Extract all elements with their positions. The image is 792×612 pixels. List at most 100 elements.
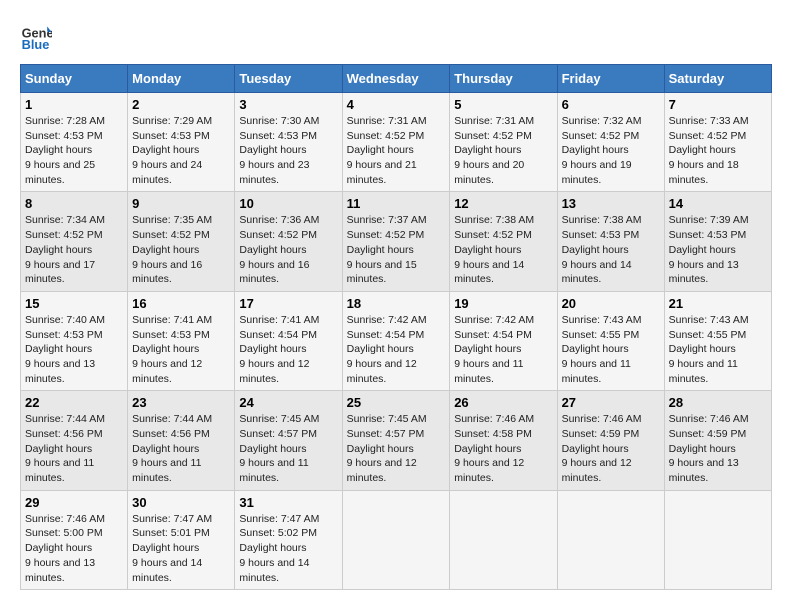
calendar-cell: 26 Sunrise: 7:46 AMSunset: 4:58 PMDaylig… (450, 391, 557, 490)
calendar-cell (557, 490, 664, 589)
calendar-week-2: 8 Sunrise: 7:34 AMSunset: 4:52 PMDayligh… (21, 192, 772, 291)
day-info: Sunrise: 7:36 AMSunset: 4:52 PMDaylight … (239, 214, 319, 285)
calendar-cell: 9 Sunrise: 7:35 AMSunset: 4:52 PMDayligh… (128, 192, 235, 291)
day-number: 13 (562, 196, 660, 211)
day-number: 11 (347, 196, 446, 211)
day-info: Sunrise: 7:34 AMSunset: 4:52 PMDaylight … (25, 214, 105, 285)
day-number: 30 (132, 495, 230, 510)
calendar-cell: 13 Sunrise: 7:38 AMSunset: 4:53 PMDaylig… (557, 192, 664, 291)
day-number: 31 (239, 495, 337, 510)
calendar-cell: 1 Sunrise: 7:28 AMSunset: 4:53 PMDayligh… (21, 93, 128, 192)
col-header-sunday: Sunday (21, 65, 128, 93)
day-number: 17 (239, 296, 337, 311)
day-number: 23 (132, 395, 230, 410)
calendar-cell: 24 Sunrise: 7:45 AMSunset: 4:57 PMDaylig… (235, 391, 342, 490)
calendar-header-row: SundayMondayTuesdayWednesdayThursdayFrid… (21, 65, 772, 93)
day-info: Sunrise: 7:33 AMSunset: 4:52 PMDaylight … (669, 115, 749, 186)
calendar-cell: 18 Sunrise: 7:42 AMSunset: 4:54 PMDaylig… (342, 291, 450, 390)
calendar-cell: 19 Sunrise: 7:42 AMSunset: 4:54 PMDaylig… (450, 291, 557, 390)
day-info: Sunrise: 7:38 AMSunset: 4:53 PMDaylight … (562, 214, 642, 285)
calendar-cell: 25 Sunrise: 7:45 AMSunset: 4:57 PMDaylig… (342, 391, 450, 490)
day-info: Sunrise: 7:47 AMSunset: 5:02 PMDaylight … (239, 513, 319, 584)
day-number: 16 (132, 296, 230, 311)
calendar-cell: 27 Sunrise: 7:46 AMSunset: 4:59 PMDaylig… (557, 391, 664, 490)
calendar-cell: 29 Sunrise: 7:46 AMSunset: 5:00 PMDaylig… (21, 490, 128, 589)
calendar-cell: 12 Sunrise: 7:38 AMSunset: 4:52 PMDaylig… (450, 192, 557, 291)
day-number: 28 (669, 395, 767, 410)
day-number: 21 (669, 296, 767, 311)
day-number: 27 (562, 395, 660, 410)
day-number: 4 (347, 97, 446, 112)
day-info: Sunrise: 7:44 AMSunset: 4:56 PMDaylight … (25, 413, 105, 484)
day-info: Sunrise: 7:38 AMSunset: 4:52 PMDaylight … (454, 214, 534, 285)
day-number: 9 (132, 196, 230, 211)
day-number: 3 (239, 97, 337, 112)
day-number: 7 (669, 97, 767, 112)
day-number: 14 (669, 196, 767, 211)
day-info: Sunrise: 7:47 AMSunset: 5:01 PMDaylight … (132, 513, 212, 584)
calendar-cell: 4 Sunrise: 7:31 AMSunset: 4:52 PMDayligh… (342, 93, 450, 192)
calendar-table: SundayMondayTuesdayWednesdayThursdayFrid… (20, 64, 772, 590)
day-number: 22 (25, 395, 123, 410)
day-info: Sunrise: 7:31 AMSunset: 4:52 PMDaylight … (347, 115, 427, 186)
col-header-saturday: Saturday (664, 65, 771, 93)
day-info: Sunrise: 7:41 AMSunset: 4:54 PMDaylight … (239, 314, 319, 385)
col-header-tuesday: Tuesday (235, 65, 342, 93)
calendar-cell (342, 490, 450, 589)
calendar-cell: 3 Sunrise: 7:30 AMSunset: 4:53 PMDayligh… (235, 93, 342, 192)
calendar-cell: 11 Sunrise: 7:37 AMSunset: 4:52 PMDaylig… (342, 192, 450, 291)
day-info: Sunrise: 7:28 AMSunset: 4:53 PMDaylight … (25, 115, 105, 186)
calendar-cell: 2 Sunrise: 7:29 AMSunset: 4:53 PMDayligh… (128, 93, 235, 192)
day-info: Sunrise: 7:29 AMSunset: 4:53 PMDaylight … (132, 115, 212, 186)
day-number: 18 (347, 296, 446, 311)
day-info: Sunrise: 7:42 AMSunset: 4:54 PMDaylight … (347, 314, 427, 385)
day-info: Sunrise: 7:41 AMSunset: 4:53 PMDaylight … (132, 314, 212, 385)
day-info: Sunrise: 7:45 AMSunset: 4:57 PMDaylight … (347, 413, 427, 484)
day-info: Sunrise: 7:46 AMSunset: 4:59 PMDaylight … (562, 413, 642, 484)
col-header-thursday: Thursday (450, 65, 557, 93)
calendar-cell (450, 490, 557, 589)
svg-text:Blue: Blue (22, 37, 50, 52)
calendar-cell: 8 Sunrise: 7:34 AMSunset: 4:52 PMDayligh… (21, 192, 128, 291)
logo: General Blue (20, 20, 56, 52)
day-info: Sunrise: 7:37 AMSunset: 4:52 PMDaylight … (347, 214, 427, 285)
day-info: Sunrise: 7:46 AMSunset: 5:00 PMDaylight … (25, 513, 105, 584)
day-number: 2 (132, 97, 230, 112)
calendar-week-1: 1 Sunrise: 7:28 AMSunset: 4:53 PMDayligh… (21, 93, 772, 192)
calendar-cell: 16 Sunrise: 7:41 AMSunset: 4:53 PMDaylig… (128, 291, 235, 390)
calendar-cell: 23 Sunrise: 7:44 AMSunset: 4:56 PMDaylig… (128, 391, 235, 490)
day-info: Sunrise: 7:43 AMSunset: 4:55 PMDaylight … (669, 314, 749, 385)
day-info: Sunrise: 7:31 AMSunset: 4:52 PMDaylight … (454, 115, 534, 186)
calendar-cell: 20 Sunrise: 7:43 AMSunset: 4:55 PMDaylig… (557, 291, 664, 390)
day-info: Sunrise: 7:35 AMSunset: 4:52 PMDaylight … (132, 214, 212, 285)
calendar-cell: 21 Sunrise: 7:43 AMSunset: 4:55 PMDaylig… (664, 291, 771, 390)
day-number: 19 (454, 296, 552, 311)
day-info: Sunrise: 7:43 AMSunset: 4:55 PMDaylight … (562, 314, 642, 385)
col-header-wednesday: Wednesday (342, 65, 450, 93)
day-info: Sunrise: 7:45 AMSunset: 4:57 PMDaylight … (239, 413, 319, 484)
day-number: 20 (562, 296, 660, 311)
day-number: 6 (562, 97, 660, 112)
col-header-monday: Monday (128, 65, 235, 93)
calendar-week-4: 22 Sunrise: 7:44 AMSunset: 4:56 PMDaylig… (21, 391, 772, 490)
day-info: Sunrise: 7:30 AMSunset: 4:53 PMDaylight … (239, 115, 319, 186)
calendar-cell (664, 490, 771, 589)
day-number: 24 (239, 395, 337, 410)
day-number: 1 (25, 97, 123, 112)
day-number: 26 (454, 395, 552, 410)
day-info: Sunrise: 7:39 AMSunset: 4:53 PMDaylight … (669, 214, 749, 285)
day-info: Sunrise: 7:46 AMSunset: 4:58 PMDaylight … (454, 413, 534, 484)
calendar-cell: 28 Sunrise: 7:46 AMSunset: 4:59 PMDaylig… (664, 391, 771, 490)
day-info: Sunrise: 7:40 AMSunset: 4:53 PMDaylight … (25, 314, 105, 385)
calendar-cell: 22 Sunrise: 7:44 AMSunset: 4:56 PMDaylig… (21, 391, 128, 490)
logo-icon: General Blue (20, 20, 52, 52)
calendar-cell: 17 Sunrise: 7:41 AMSunset: 4:54 PMDaylig… (235, 291, 342, 390)
calendar-cell: 6 Sunrise: 7:32 AMSunset: 4:52 PMDayligh… (557, 93, 664, 192)
calendar-cell: 10 Sunrise: 7:36 AMSunset: 4:52 PMDaylig… (235, 192, 342, 291)
day-info: Sunrise: 7:44 AMSunset: 4:56 PMDaylight … (132, 413, 212, 484)
calendar-body: 1 Sunrise: 7:28 AMSunset: 4:53 PMDayligh… (21, 93, 772, 590)
day-info: Sunrise: 7:46 AMSunset: 4:59 PMDaylight … (669, 413, 749, 484)
day-number: 8 (25, 196, 123, 211)
calendar-cell: 14 Sunrise: 7:39 AMSunset: 4:53 PMDaylig… (664, 192, 771, 291)
day-info: Sunrise: 7:32 AMSunset: 4:52 PMDaylight … (562, 115, 642, 186)
